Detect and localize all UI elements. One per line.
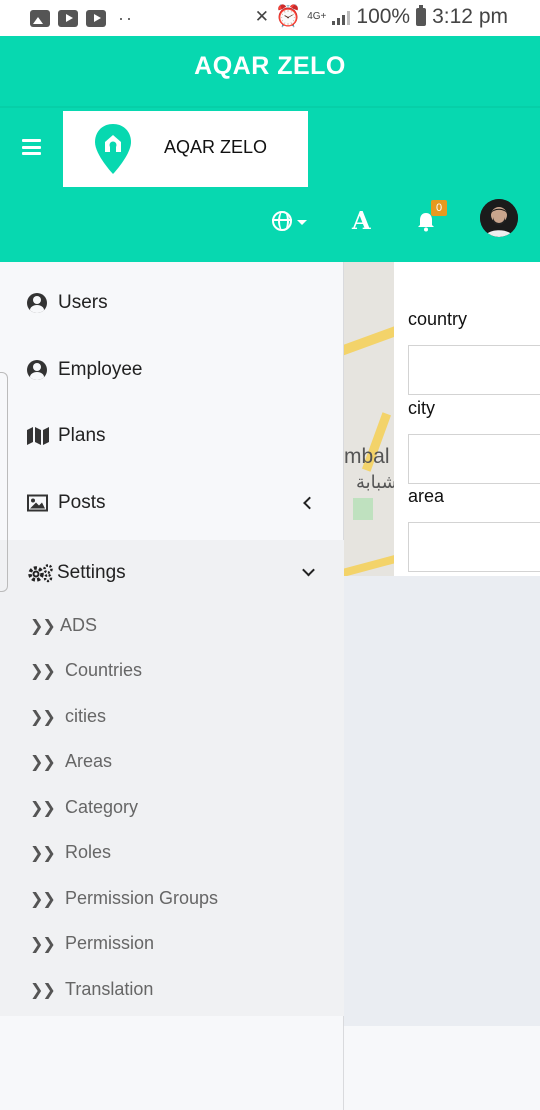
menu-toggle-icon[interactable] bbox=[22, 139, 41, 155]
map-label-arabic: شبابة bbox=[356, 472, 394, 492]
sub-item-label: Translation bbox=[65, 979, 154, 999]
sub-item-label: Permission bbox=[65, 933, 155, 953]
map-park-area bbox=[353, 498, 373, 520]
notification-count-badge: 0 bbox=[431, 200, 447, 216]
font-size-toggle[interactable]: A bbox=[352, 206, 371, 235]
user-avatar[interactable] bbox=[480, 199, 518, 237]
sidebar-item-users[interactable]: Users bbox=[0, 270, 344, 336]
status-left-icons: ·· bbox=[30, 8, 134, 29]
image-icon bbox=[27, 494, 48, 512]
settings-sub-countries[interactable]: ❯❯ Countries bbox=[0, 648, 344, 693]
double-chevron-right-icon: ❯❯ bbox=[30, 709, 56, 726]
status-bar: ·· ✕ ⏰ 4G+ 100% 3:12 pm bbox=[0, 0, 540, 36]
map-road bbox=[344, 320, 394, 358]
sidebar-item-employee[interactable]: Employee bbox=[0, 337, 344, 403]
settings-sub-permission-groups[interactable]: ❯❯ Permission Groups bbox=[0, 876, 344, 921]
sub-item-label: Roles bbox=[65, 842, 112, 862]
cogs-icon bbox=[28, 564, 53, 583]
sub-item-label: Areas bbox=[65, 751, 113, 771]
double-chevron-right-icon: ❯❯ bbox=[30, 618, 56, 635]
avatar-photo bbox=[480, 199, 518, 237]
location-filter-form: country city area bbox=[394, 262, 540, 576]
sidebar-item-label: Employee bbox=[58, 359, 143, 380]
sub-item-label: Permission Groups bbox=[65, 888, 219, 908]
settings-sub-ads[interactable]: ❯❯ ADS bbox=[0, 603, 344, 648]
mute-icon: ✕ bbox=[254, 7, 270, 26]
settings-sub-category[interactable]: ❯❯ Category bbox=[0, 785, 344, 830]
settings-sub-permission[interactable]: ❯❯ Permission bbox=[0, 921, 344, 966]
double-chevron-right-icon: ❯❯ bbox=[30, 663, 56, 680]
double-chevron-right-icon: ❯❯ bbox=[30, 982, 56, 999]
gallery-icon bbox=[30, 10, 50, 27]
app-title: AQAR ZELO bbox=[194, 52, 346, 80]
sidebar-nav: Users Employee Plans Posts Settings ❯❯ A… bbox=[0, 262, 344, 1110]
user-circle-icon bbox=[27, 360, 47, 380]
country-field[interactable] bbox=[408, 345, 540, 395]
map-road bbox=[344, 554, 394, 576]
clock: 3:12 pm bbox=[432, 5, 508, 28]
sidebar-item-label: Users bbox=[58, 292, 108, 313]
area-field[interactable] bbox=[408, 522, 540, 572]
settings-sub-areas[interactable]: ❯❯ Areas bbox=[0, 739, 344, 784]
language-globe-icon[interactable] bbox=[272, 210, 292, 231]
sub-item-label: cities bbox=[65, 706, 107, 726]
header-divider bbox=[0, 106, 540, 108]
map-view[interactable]: mbal شبابة bbox=[344, 262, 394, 576]
sidebar-item-settings[interactable]: Settings bbox=[0, 540, 344, 606]
city-field[interactable] bbox=[408, 434, 540, 484]
settings-sub-cities[interactable]: ❯❯ cities bbox=[0, 694, 344, 739]
signal-icon bbox=[332, 9, 351, 25]
city-label: city bbox=[408, 398, 435, 418]
language-caret-icon[interactable] bbox=[297, 220, 307, 225]
sidebar-item-plans[interactable]: Plans bbox=[0, 403, 344, 469]
location-pin-logo-icon bbox=[95, 124, 131, 174]
chevron-left-icon bbox=[303, 496, 316, 510]
sub-item-label: Countries bbox=[65, 660, 143, 680]
double-chevron-right-icon: ❯❯ bbox=[30, 891, 56, 908]
user-circle-icon bbox=[27, 293, 47, 313]
sub-item-label: ADS bbox=[60, 615, 98, 635]
settings-group: Settings ❯❯ ADS ❯❯ Countries ❯❯ cities ❯… bbox=[0, 540, 344, 1016]
map-label-latin: mbal bbox=[344, 445, 390, 468]
sidebar-item-posts[interactable]: Posts bbox=[0, 470, 344, 536]
sidebar-item-label: Posts bbox=[58, 492, 106, 513]
youtube-icon bbox=[58, 10, 78, 27]
drawer-edge-handle[interactable] bbox=[0, 372, 8, 592]
alarm-icon: ⏰ bbox=[275, 5, 302, 28]
brand-logo-box[interactable]: AQAR ZELO bbox=[63, 111, 308, 187]
sub-item-label: Category bbox=[65, 797, 139, 817]
more-notifications-dots: ·· bbox=[118, 8, 134, 28]
sidebar-item-label: Plans bbox=[58, 425, 106, 446]
country-label: country bbox=[408, 309, 468, 329]
youtube-icon bbox=[86, 10, 106, 27]
brand-name: AQAR ZELO bbox=[164, 137, 268, 157]
double-chevron-right-icon: ❯❯ bbox=[30, 936, 56, 953]
settings-sub-translation[interactable]: ❯❯ Translation bbox=[0, 967, 344, 1012]
chevron-down-icon bbox=[302, 563, 315, 577]
settings-sub-roles[interactable]: ❯❯ Roles bbox=[0, 830, 344, 875]
battery-percent: 100% bbox=[356, 5, 411, 28]
status-right: ✕ ⏰ 4G+ 100% 3:12 pm bbox=[255, 5, 508, 29]
area-label: area bbox=[408, 486, 445, 506]
battery-icon bbox=[416, 5, 427, 26]
app-header: AQAR ZELO AQAR ZELO A 0 bbox=[0, 36, 540, 262]
network-type: 4G+ bbox=[307, 11, 327, 22]
double-chevron-right-icon: ❯❯ bbox=[30, 754, 56, 771]
double-chevron-right-icon: ❯❯ bbox=[30, 845, 56, 862]
content-background bbox=[344, 576, 540, 1026]
double-chevron-right-icon: ❯❯ bbox=[30, 800, 56, 817]
sidebar-item-label: Settings bbox=[57, 562, 126, 583]
map-icon bbox=[27, 427, 49, 445]
